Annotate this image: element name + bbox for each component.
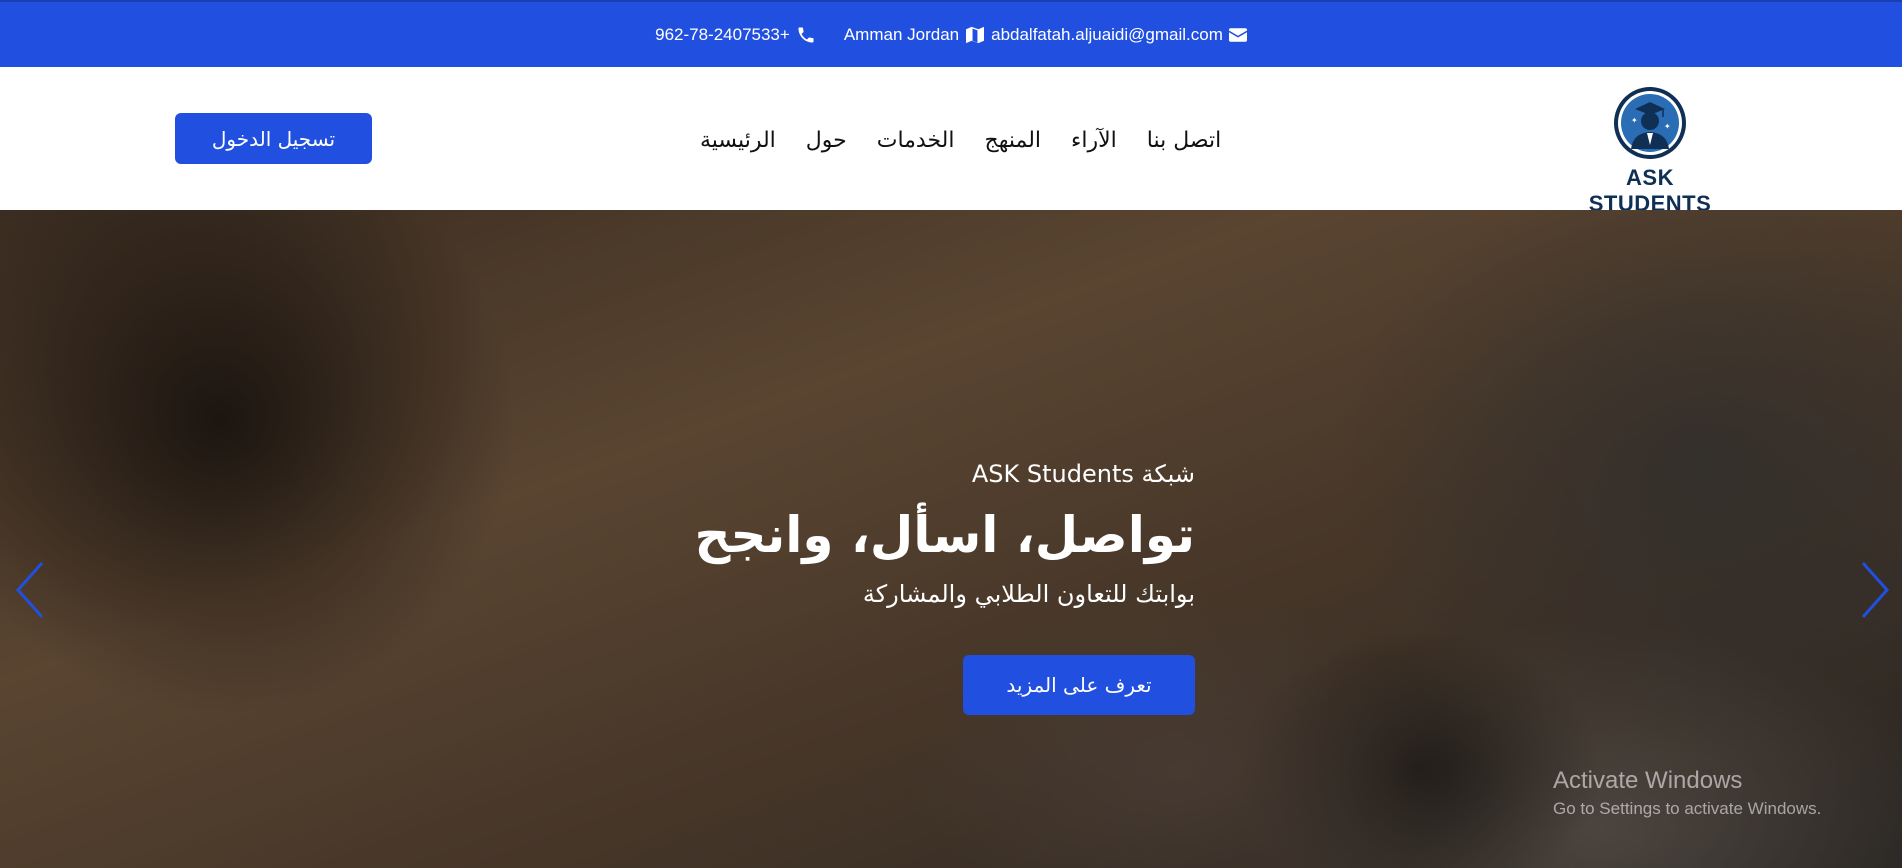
logo-graduate-icon: ✦ ✦ <box>1614 87 1686 159</box>
nav-item-home[interactable]: الرئيسية <box>700 128 776 153</box>
nav-item-about[interactable]: حول <box>806 128 847 153</box>
phone-contact[interactable]: 962-78-2407533+ <box>655 25 816 45</box>
carousel-next-button[interactable] <box>1855 555 1895 625</box>
nav-item-contact[interactable]: اتصل بنا <box>1147 128 1221 153</box>
hero-title: تواصل، اسأل، وانجح <box>694 506 1195 564</box>
chevron-left-icon <box>15 562 44 618</box>
email-contact[interactable]: abdalfatah.aljuaidi@gmail.com <box>991 25 1247 45</box>
hero-content: شبكة ASK Students تواصل، اسأل، وانجح بوا… <box>680 460 1195 608</box>
map-icon <box>965 26 985 44</box>
site-header: تسجيل الدخول الرئيسية حول الخدمات المنهج… <box>0 67 1902 216</box>
watermark-subtitle: Go to Settings to activate Windows. <box>1553 799 1822 818</box>
nav-item-curriculum[interactable]: المنهج <box>985 128 1042 153</box>
site-logo[interactable]: ✦ ✦ ASK STUDENTS <box>1565 85 1735 216</box>
nav-item-testimonials[interactable]: الآراء <box>1071 128 1117 153</box>
hero-subtitle: بوابتك للتعاون الطلابي والمشاركة <box>862 580 1195 608</box>
phone-icon <box>796 25 816 45</box>
top-info-bar: 962-78-2407533+ Amman Jordan abdalfatah.… <box>0 0 1902 67</box>
svg-text:✦: ✦ <box>1664 122 1671 131</box>
svg-text:✦: ✦ <box>1631 116 1638 125</box>
hero-section: شبكة ASK Students تواصل، اسأل، وانجح بوا… <box>0 210 1902 868</box>
nav-item-services[interactable]: الخدمات <box>877 128 955 153</box>
chevron-right-icon <box>1861 562 1890 618</box>
login-button[interactable]: تسجيل الدخول <box>175 113 372 164</box>
envelope-icon <box>1228 27 1247 42</box>
hero-kicker: شبكة ASK Students <box>971 460 1195 488</box>
location-text: Amman Jordan <box>843 24 960 44</box>
main-nav: الرئيسية حول الخدمات المنهج الآراء اتصل … <box>700 122 1260 158</box>
watermark-title: Activate Windows <box>1553 767 1743 794</box>
phone-text: 962-78-2407533+ <box>655 24 790 44</box>
learn-more-button[interactable]: تعرف على المزيد <box>963 655 1195 715</box>
email-text: abdalfatah.aljuaidi@gmail.com <box>991 24 1223 44</box>
windows-activation-watermark: Activate Windows Go to Settings to activ… <box>1553 767 1821 819</box>
carousel-prev-button[interactable] <box>10 555 50 625</box>
location-contact: Amman Jordan <box>844 25 985 45</box>
